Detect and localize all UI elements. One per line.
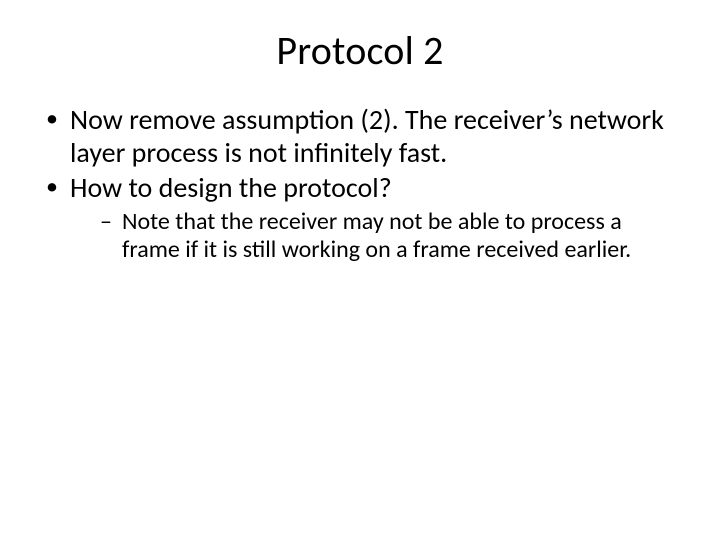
bullet-text: Now remove assumption (2). The receiver’…: [70, 102, 664, 170]
bullet-text: How to design the protocol?: [70, 170, 392, 205]
bullet-list: Now remove assumption (2). The receiver’…: [42, 103, 682, 265]
slide: Protocol 2 Now remove assumption (2). Th…: [0, 0, 720, 540]
bullet-item: Now remove assumption (2). The receiver’…: [42, 103, 682, 169]
bullet-item: How to design the protocol? Note that th…: [42, 171, 682, 265]
slide-title: Protocol 2: [38, 26, 682, 75]
sub-bullet-list: Note that the receiver may not be able t…: [98, 208, 682, 265]
sub-bullet-text: Note that the receiver may not be able t…: [122, 207, 631, 264]
sub-bullet-item: Note that the receiver may not be able t…: [98, 208, 682, 265]
